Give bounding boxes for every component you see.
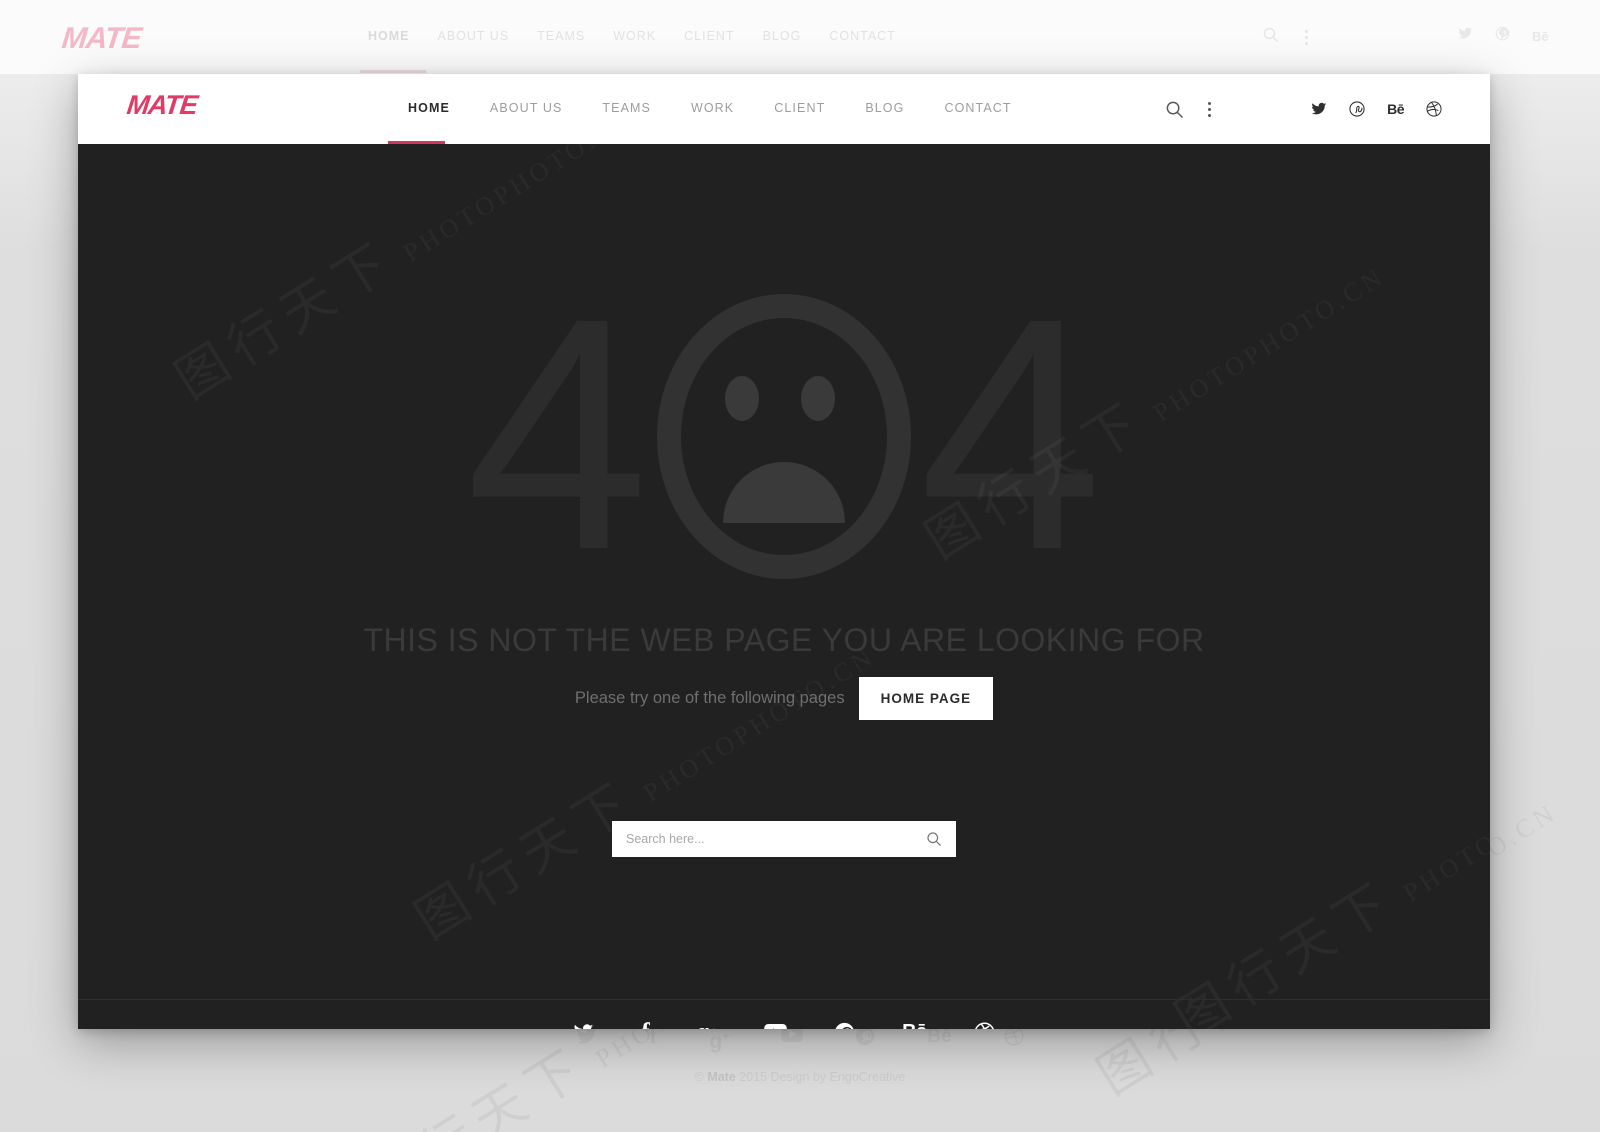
nav-item-home[interactable]: HOME bbox=[388, 101, 470, 115]
nav-item-teams[interactable]: TEAMS bbox=[582, 101, 671, 115]
nav-item-client[interactable]: CLIENT bbox=[754, 101, 845, 115]
background-nav: HOME ABOUT US TEAMS WORK CLIENT BLOG CON… bbox=[368, 29, 896, 43]
background-copyright: © Mate 2015 Design by EngoCreative bbox=[0, 1070, 1600, 1084]
footer-social-links: f g+ Bē bbox=[78, 1020, 1490, 1030]
background-header: MATE HOME ABOUT US TEAMS WORK CLIENT BLO… bbox=[0, 0, 1600, 74]
background-logo: MATE bbox=[60, 22, 143, 55]
more-vertical-icon bbox=[1305, 29, 1308, 45]
background-footer-social: f g+ Bē bbox=[0, 1023, 1600, 1053]
watermark: 图行天下PHOTOPHOTO.CN bbox=[1158, 710, 1490, 1029]
sad-face-icon bbox=[635, 284, 933, 584]
search-box[interactable] bbox=[612, 821, 956, 857]
background-nav-item-client: CLIENT bbox=[684, 29, 735, 43]
background-nav-item-teams: TEAMS bbox=[537, 29, 586, 43]
header-social-links: Bē bbox=[1311, 101, 1442, 117]
youtube-icon[interactable] bbox=[764, 1022, 787, 1029]
behance-icon: Bē bbox=[927, 1026, 952, 1047]
background-nav-active-indicator bbox=[360, 70, 426, 73]
background-nav-item-home: HOME bbox=[368, 29, 410, 43]
page-card: MATE HOME ABOUT US TEAMS WORK CLIENT BLO… bbox=[78, 74, 1490, 1029]
copyright-symbol: © bbox=[694, 1070, 708, 1084]
site-logo[interactable]: MATE bbox=[125, 90, 198, 121]
error-digit-left: 4 bbox=[465, 249, 649, 618]
error-actions: Please try one of the following pages HO… bbox=[78, 677, 1490, 720]
face-eye-right bbox=[801, 376, 835, 421]
search-icon bbox=[1262, 26, 1279, 48]
error-try-text: Please try one of the following pages bbox=[574, 689, 845, 707]
search-icon[interactable] bbox=[1165, 100, 1184, 119]
youtube-icon bbox=[781, 1026, 803, 1052]
nav-item-work[interactable]: WORK bbox=[671, 101, 754, 115]
watermark: 图行天下PHOTOPHOTO.CN bbox=[398, 610, 885, 953]
header-tools: Bē bbox=[1165, 74, 1490, 144]
error-digit-right: 4 bbox=[919, 249, 1103, 618]
dribbble-icon[interactable] bbox=[974, 1022, 995, 1029]
nav-item-about-us[interactable]: ABOUT US bbox=[470, 101, 582, 115]
behance-icon: Bē bbox=[1532, 28, 1549, 44]
pinterest-icon[interactable] bbox=[834, 1022, 855, 1029]
background-nav-item-work: WORK bbox=[613, 29, 657, 43]
error-graphic: 4 4 bbox=[78, 249, 1490, 618]
main-nav: HOME ABOUT US TEAMS WORK CLIENT BLOG CON… bbox=[388, 101, 1032, 115]
pinterest-icon[interactable] bbox=[1349, 101, 1365, 117]
pinterest-icon bbox=[855, 1026, 875, 1052]
pinterest-icon bbox=[1495, 26, 1510, 46]
background-header-tools bbox=[1262, 26, 1308, 48]
background-header-social: Bē bbox=[1458, 26, 1549, 46]
dribbble-icon[interactable] bbox=[1426, 101, 1442, 117]
dribbble-icon bbox=[1004, 1026, 1024, 1052]
face-eye-left bbox=[725, 376, 759, 421]
behance-icon[interactable]: Bē bbox=[902, 1022, 927, 1030]
error-body: 4 4 THIS IS NOT THE WEB PAGE YOU ARE LOO… bbox=[78, 144, 1490, 1029]
background-nav-item-blog: BLOG bbox=[762, 29, 802, 43]
nav-item-blog[interactable]: BLOG bbox=[845, 101, 924, 115]
facebook-icon: f bbox=[649, 1023, 658, 1049]
site-header: MATE HOME ABOUT US TEAMS WORK CLIENT BLO… bbox=[78, 74, 1490, 144]
facebook-icon[interactable]: f bbox=[641, 1020, 649, 1029]
more-vertical-icon[interactable] bbox=[1208, 101, 1212, 117]
nav-item-contact[interactable]: CONTACT bbox=[924, 101, 1031, 115]
footer-divider bbox=[78, 999, 1490, 1000]
google-plus-icon: g+ bbox=[709, 1029, 730, 1053]
twitter-icon bbox=[1458, 26, 1473, 46]
twitter-icon[interactable] bbox=[573, 1022, 594, 1029]
search-input[interactable] bbox=[626, 832, 926, 846]
background-nav-item-contact: CONTACT bbox=[829, 29, 896, 43]
behance-icon[interactable]: Bē bbox=[1387, 101, 1404, 117]
twitter-icon[interactable] bbox=[1311, 101, 1327, 117]
home-page-button[interactable]: HOME PAGE bbox=[858, 677, 994, 720]
search-icon[interactable] bbox=[926, 831, 942, 847]
card-watermark-layer: 图行天下PHOTOPHOTO.CN 图行天下PHOTOPHOTO.CN 图行天下… bbox=[78, 144, 1490, 1029]
google-plus-icon[interactable]: g+ bbox=[697, 1022, 717, 1030]
error-tagline: THIS IS NOT THE WEB PAGE YOU ARE LOOKING… bbox=[363, 622, 1205, 658]
copyright-rest: 2015 Design by EngoCreative bbox=[735, 1070, 906, 1084]
background-nav-item-about: ABOUT US bbox=[437, 29, 510, 43]
twitter-icon bbox=[576, 1026, 597, 1052]
face-outline bbox=[657, 294, 911, 579]
copyright-brand: Mate bbox=[707, 1070, 736, 1084]
